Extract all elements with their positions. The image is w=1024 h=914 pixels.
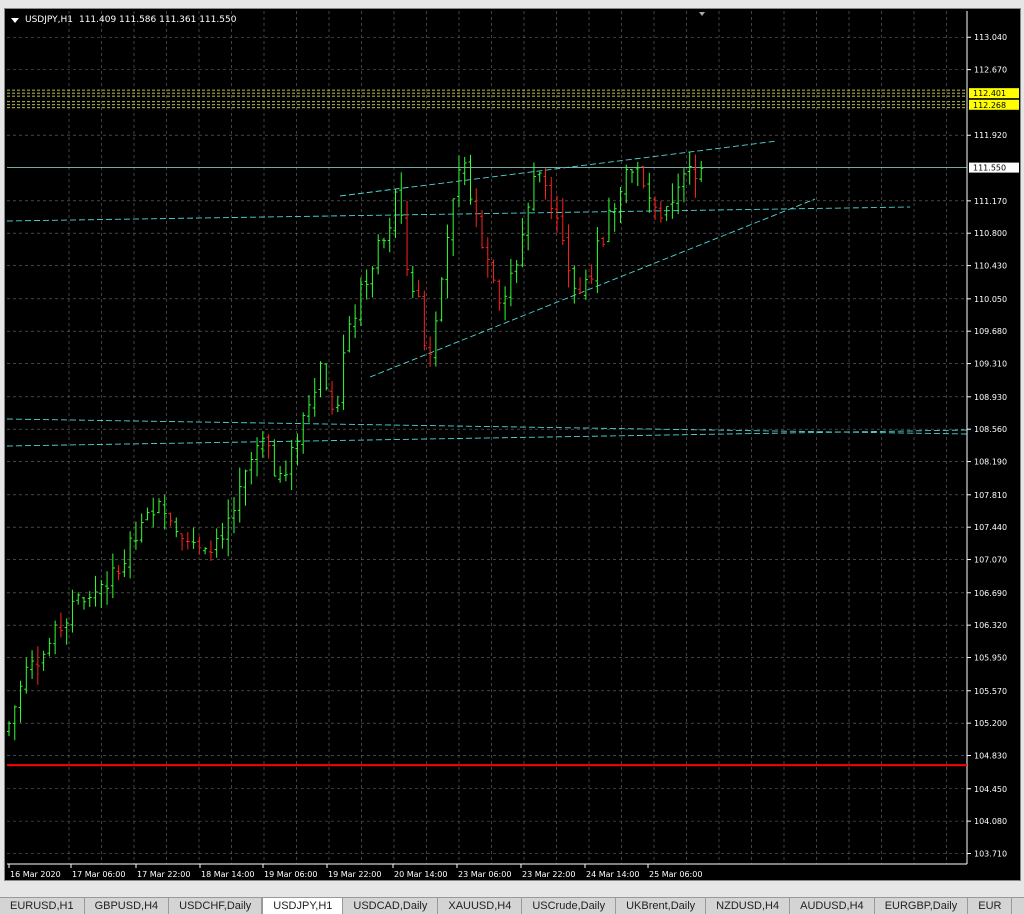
trendline[interactable] bbox=[6, 206, 911, 222]
chart-window: 113.040 112.670 111.920 111.170 110.800 110.4… bbox=[0, 0, 1024, 898]
x-tick-label: 25 Mar 06:00 bbox=[649, 870, 702, 879]
y-tick-label: 111.170 bbox=[974, 197, 1007, 206]
y-tick-label: 109.680 bbox=[974, 327, 1007, 336]
symbol-label: USDJPY,H1 bbox=[25, 15, 73, 25]
tab-gbpusd-h4[interactable]: GBPUSD,H4 bbox=[84, 898, 170, 914]
tab-usdchf-daily[interactable]: USDCHF,Daily bbox=[169, 898, 263, 914]
x-tick-label: 24 Mar 14:00 bbox=[586, 870, 639, 879]
tab-usdcad-daily[interactable]: USDCAD,Daily bbox=[343, 898, 439, 914]
tab-nzdusd-h4[interactable]: NZDUSD,H4 bbox=[706, 898, 791, 914]
tab-eurusd-h1[interactable]: EURUSD,H1 bbox=[0, 898, 85, 914]
y-tick-label: 104.450 bbox=[974, 785, 1007, 794]
y-tick-label: 104.080 bbox=[974, 817, 1007, 826]
chart-canvas[interactable]: 113.040 112.670 111.920 111.170 110.800 110.4… bbox=[5, 9, 1020, 880]
x-tick-label: 18 Mar 14:00 bbox=[201, 870, 254, 879]
ohlc-values: 111.409 111.586 111.361 111.550 bbox=[78, 15, 237, 25]
y-tick-label: 108.560 bbox=[974, 425, 1007, 434]
tab-audusd-h4[interactable]: AUDUSD,H4 bbox=[790, 898, 875, 914]
y-tick-label: 110.050 bbox=[974, 295, 1007, 304]
trendline[interactable] bbox=[6, 429, 968, 447]
chart-shift-marker-icon[interactable] bbox=[699, 12, 705, 16]
current-price-label: 111.550 bbox=[973, 164, 1006, 173]
tab-usdjpy-h1[interactable]: USDJPY,H1 bbox=[262, 898, 344, 914]
price-level-label: 112.268 bbox=[973, 101, 1006, 110]
tab-uscrude-daily[interactable]: USCrude,Daily bbox=[522, 898, 617, 914]
y-tick-label: 107.810 bbox=[974, 491, 1007, 500]
y-tick-label: 107.070 bbox=[974, 556, 1007, 565]
y-tick-label: 105.570 bbox=[974, 687, 1007, 696]
price-chart[interactable]: 113.040 112.670 111.920 111.170 110.800 110.4… bbox=[4, 8, 1021, 881]
x-tick-label: 23 Mar 22:00 bbox=[522, 870, 575, 879]
y-tick-label: 110.800 bbox=[974, 229, 1007, 238]
y-tick-label: 113.040 bbox=[974, 33, 1007, 42]
y-tick-label: 110.430 bbox=[974, 262, 1007, 271]
y-tick-label: 108.930 bbox=[974, 393, 1007, 402]
tab-xauusd-h4[interactable]: XAUUSD,H4 bbox=[438, 898, 523, 914]
trendline[interactable] bbox=[369, 198, 816, 378]
tab-eur[interactable]: EUR bbox=[968, 898, 1013, 914]
y-tick-label: 106.690 bbox=[974, 589, 1007, 598]
x-tick-label: 17 Mar 06:00 bbox=[72, 870, 125, 879]
y-tick-label: 109.310 bbox=[974, 360, 1007, 369]
y-tick-label: 111.920 bbox=[974, 131, 1007, 140]
y-tick-label: 103.710 bbox=[974, 850, 1007, 859]
y-tick-label: 107.440 bbox=[974, 523, 1007, 532]
symbol-header: USDJPY,H1 111.409 111.586 111.361 111.55… bbox=[11, 15, 236, 25]
x-tick-label: 17 Mar 22:00 bbox=[137, 870, 190, 879]
y-tick-label: 104.830 bbox=[974, 752, 1007, 761]
y-tick-label: 108.190 bbox=[974, 458, 1007, 467]
trendline[interactable] bbox=[339, 140, 778, 197]
x-tick-label: 23 Mar 06:00 bbox=[458, 870, 511, 879]
x-tick-label: 16 Mar 2020 bbox=[10, 870, 61, 879]
dropdown-triangle-icon[interactable] bbox=[11, 17, 19, 23]
x-tick-label: 20 Mar 14:00 bbox=[394, 870, 447, 879]
price-level-label: 112.401 bbox=[973, 89, 1006, 98]
chart-tab-bar: EURUSD,H1 GBPUSD,H4 USDCHF,Daily USDJPY,H1 U… bbox=[0, 897, 1024, 914]
tab-eurgbp-daily[interactable]: EURGBP,Daily bbox=[874, 898, 969, 914]
y-tick-label: 105.200 bbox=[974, 719, 1007, 728]
trendline[interactable] bbox=[6, 418, 968, 435]
y-tick-label: 112.670 bbox=[974, 66, 1007, 75]
x-tick-label: 19 Mar 06:00 bbox=[264, 870, 317, 879]
y-tick-label: 106.320 bbox=[974, 621, 1007, 630]
tab-ukbrent-daily[interactable]: UKBrent,Daily bbox=[616, 898, 707, 914]
x-tick-label: 19 Mar 22:00 bbox=[328, 870, 381, 879]
y-tick-label: 105.950 bbox=[974, 654, 1007, 663]
